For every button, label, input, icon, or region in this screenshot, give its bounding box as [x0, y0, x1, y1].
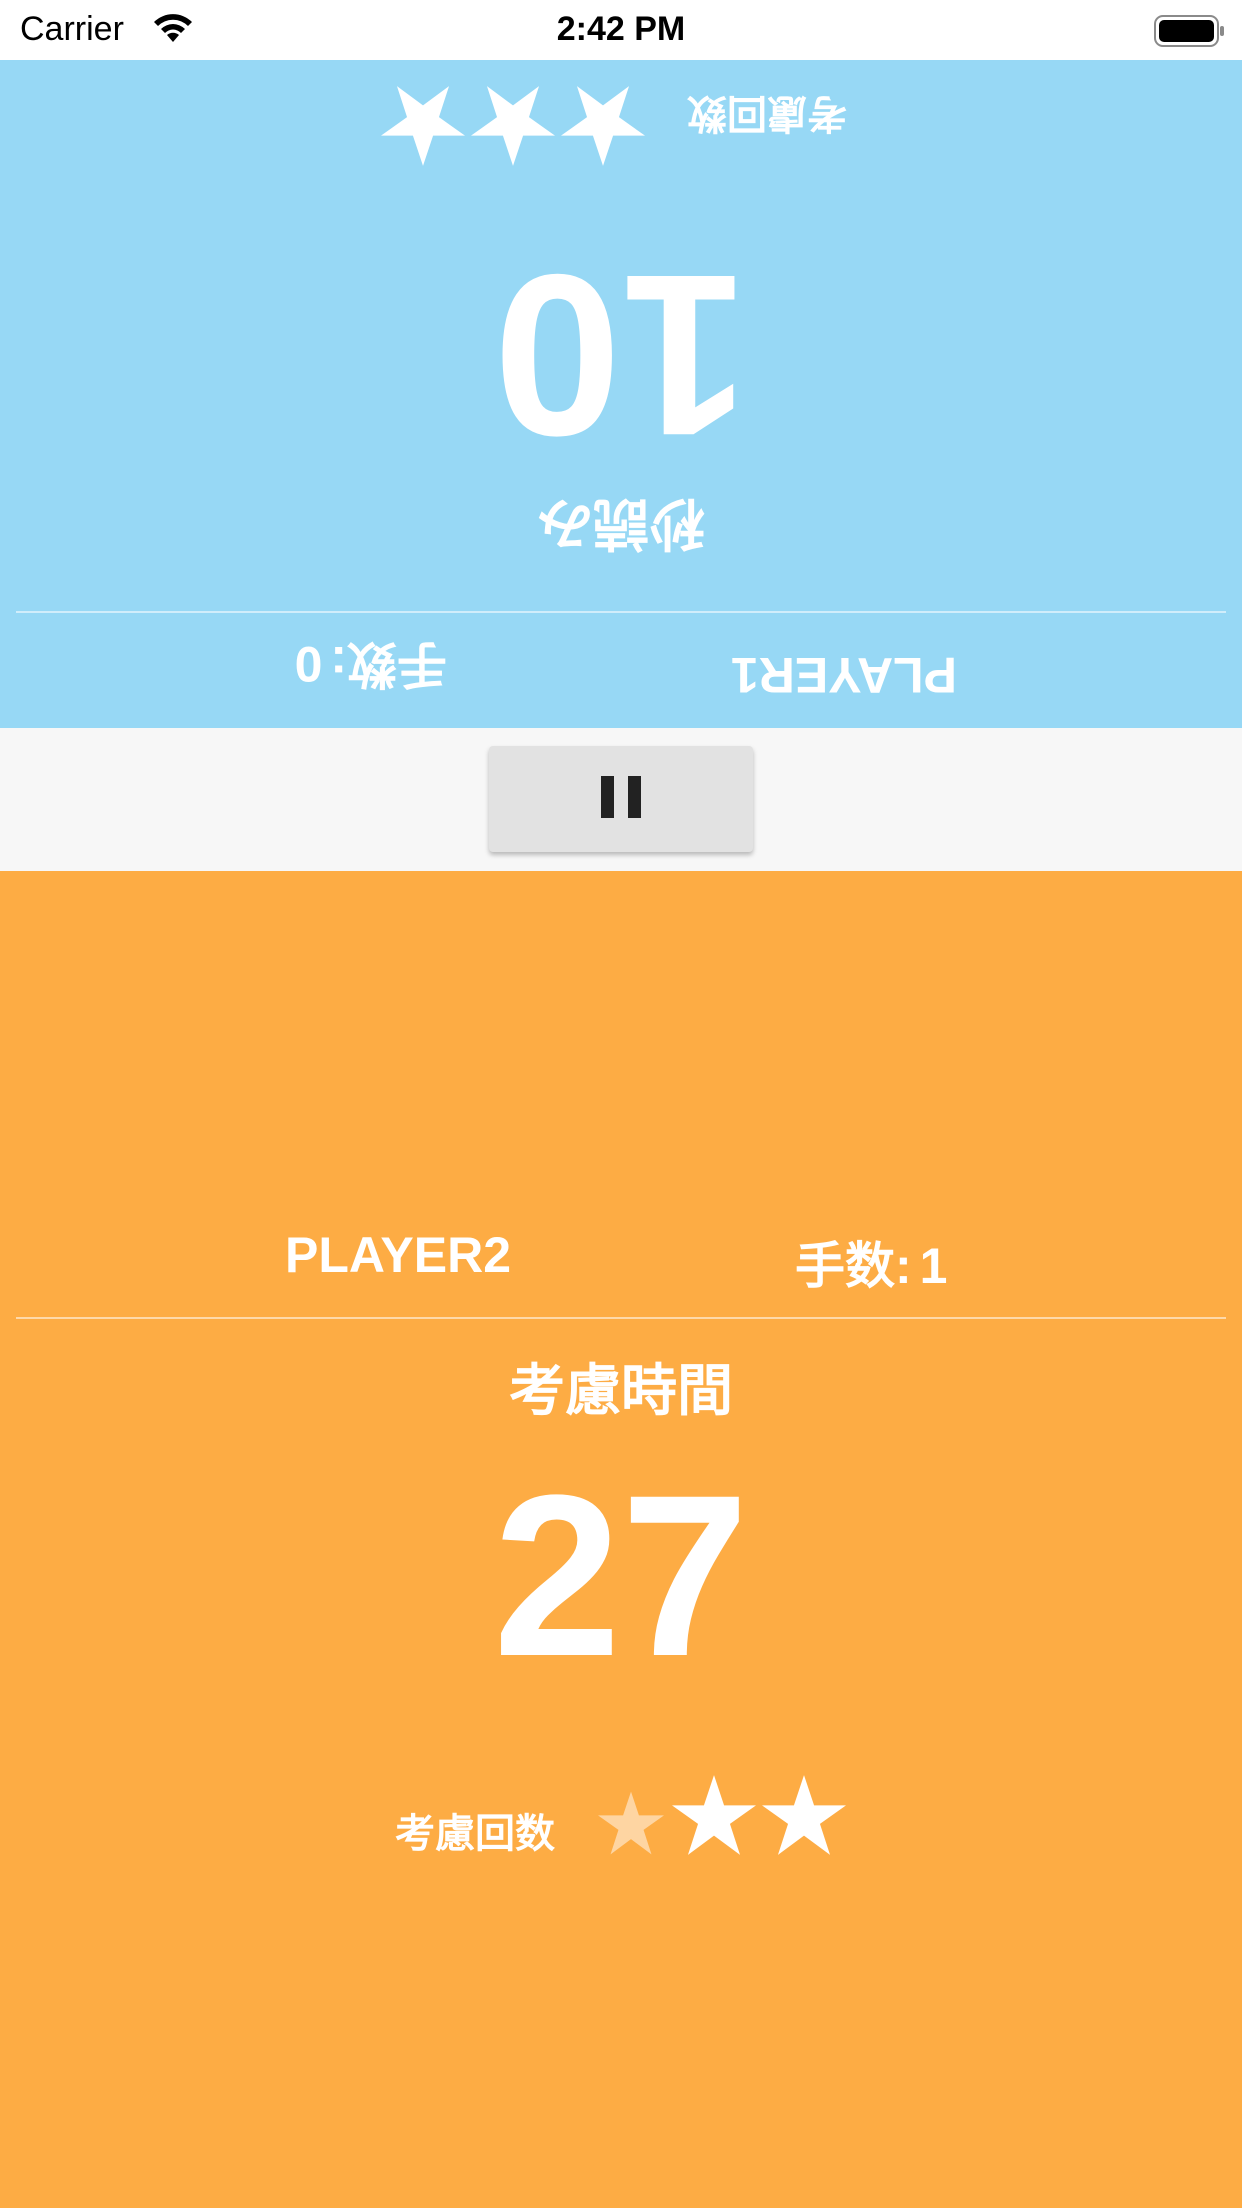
star-icon — [561, 86, 645, 166]
player1-move-count: 手数:0 — [295, 632, 447, 704]
player1-time-label: 秒読み — [537, 490, 705, 555]
controls-bar — [0, 728, 1242, 871]
star-icon — [672, 1775, 756, 1855]
battery-full-icon — [1154, 14, 1226, 52]
star-icon — [762, 1775, 846, 1855]
player1-time-value: 10 — [493, 227, 749, 484]
status-time: 2:42 PM — [556, 10, 686, 48]
player2-name: PLAYER2 — [285, 1227, 512, 1283]
player2-divider — [16, 1317, 1226, 1319]
player2-move-count: 手数: 1 — [795, 1226, 947, 1298]
player1-rotated-content: PLAYER1 手数:0 秒読み 10 考慮回数 — [0, 60, 1242, 728]
pause-button[interactable] — [489, 746, 753, 852]
status-bar: Carrier 2:42 PM — [0, 0, 1242, 60]
star-icon — [471, 86, 555, 166]
player1-moves-label: 手数 — [347, 636, 447, 692]
player1-consider-label: 考慮回数 — [687, 90, 847, 136]
player2-name-row: PLAYER2 手数: 1 — [0, 1226, 1242, 1294]
star-icon — [598, 1791, 664, 1855]
player2-moves-label: 手数 — [795, 1238, 895, 1294]
player2-consider-row: 考慮回数 — [0, 1771, 1242, 1861]
player2-panel[interactable]: PLAYER2 手数: 1 考慮時間 27 考慮回数 — [0, 871, 1242, 2208]
player2-time-label: 考慮時間 — [509, 1359, 733, 1424]
player1-name-row: PLAYER1 手数:0 — [0, 636, 1242, 704]
pause-icon — [594, 776, 648, 822]
player1-panel[interactable]: PLAYER1 手数:0 秒読み 10 考慮回数 — [0, 60, 1242, 728]
player1-divider — [16, 611, 1226, 613]
player2-moves-sep: : — [895, 1238, 912, 1294]
player2-moves-value: 1 — [919, 1238, 948, 1294]
player1-moves-sep: : — [330, 636, 347, 692]
player2-time-value: 27 — [493, 1447, 749, 1704]
player1-moves-value: 0 — [294, 636, 323, 692]
star-icon — [381, 86, 465, 166]
player1-name: PLAYER1 — [730, 647, 957, 703]
player2-consider-label: 考慮回数 — [395, 1811, 555, 1857]
player1-consider-row: 考慮回数 — [0, 78, 1242, 168]
